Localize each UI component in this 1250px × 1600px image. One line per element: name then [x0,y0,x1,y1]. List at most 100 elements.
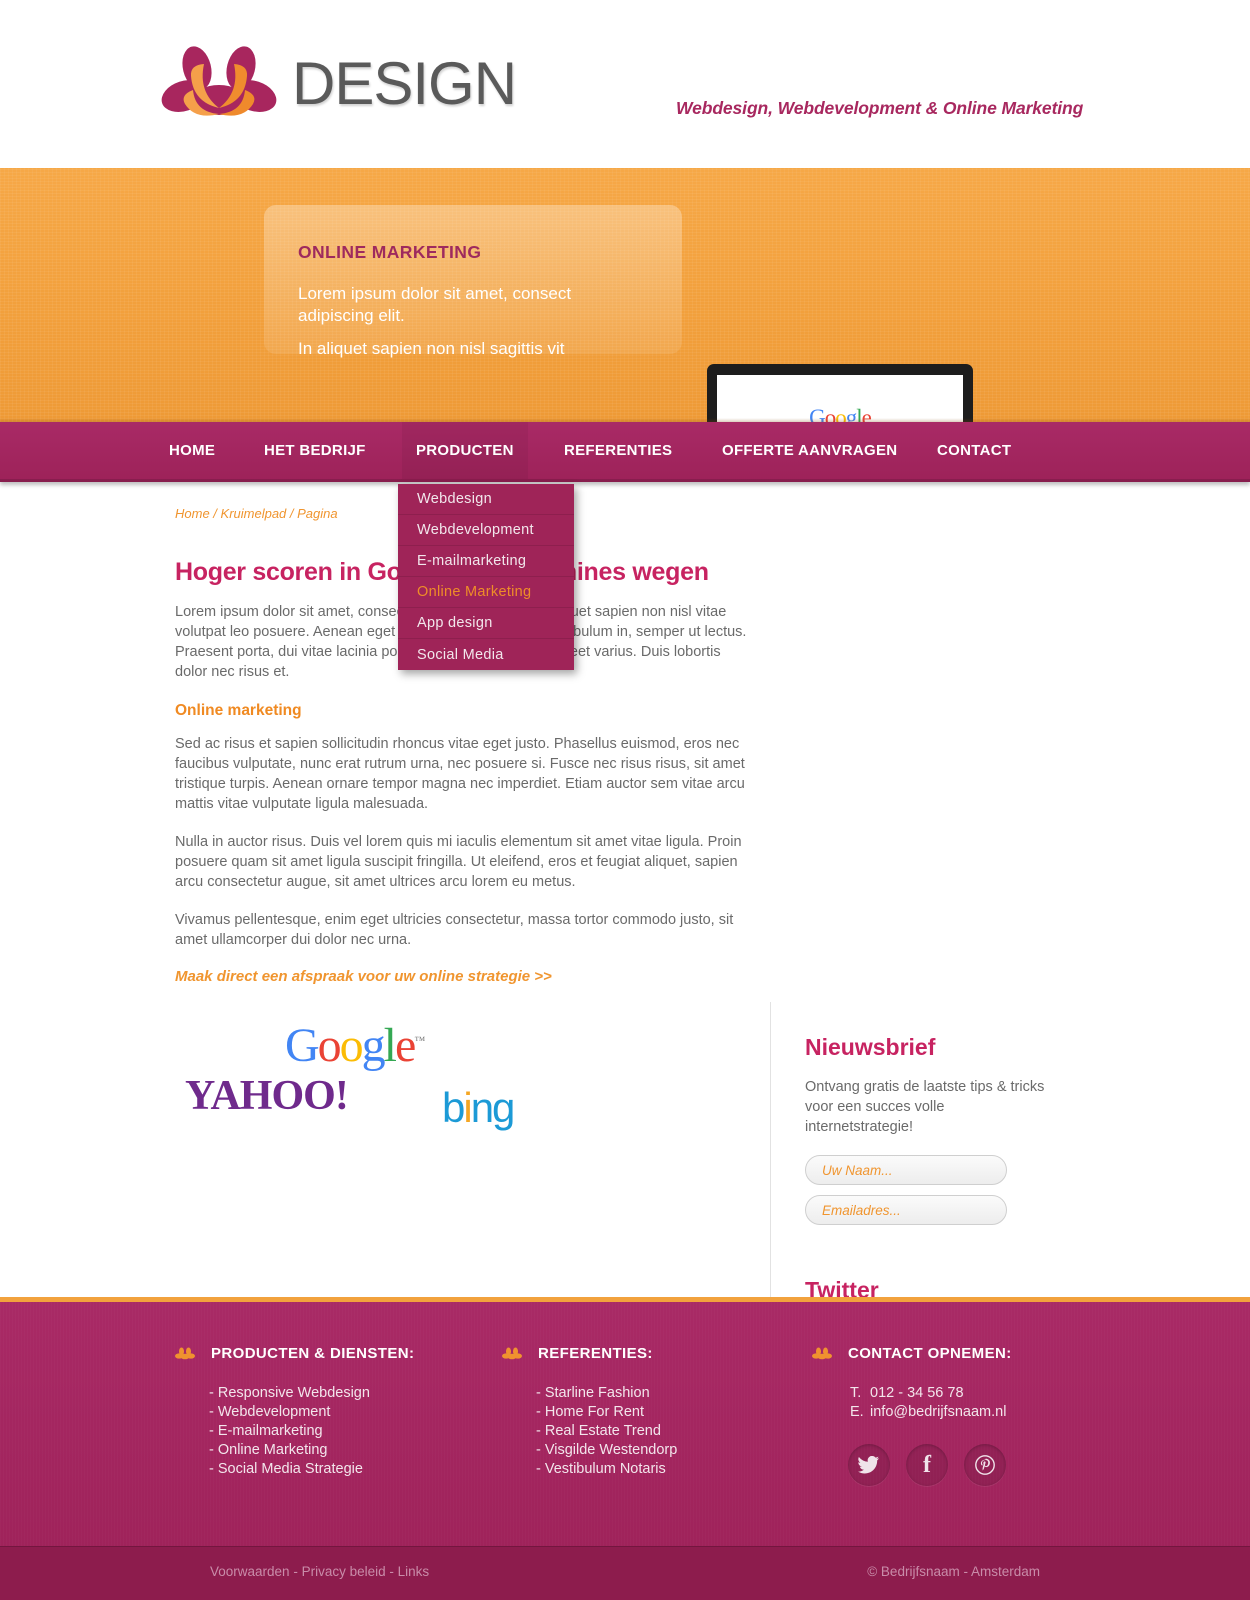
footer-heading-referenties: REFERENTIES: [502,1345,802,1362]
phone-label: T. [850,1385,862,1401]
list-item[interactable]: - Vestibulum Notaris [536,1460,802,1479]
footer-bottom-bar: Voorwaarden - Privacy beleid - Links © B… [0,1546,1250,1600]
hero-slide-title: ONLINE MARKETING [298,242,482,262]
footer-link-privacy[interactable]: Privacy beleid [302,1564,386,1579]
dropdown-item-social-media[interactable]: Social Media [398,639,574,670]
google-logo-large: Google™ [285,1019,425,1072]
twitter-icon[interactable] [848,1444,890,1486]
page-root: DESIGN Webdesign, Webdevelopment & Onlin… [0,0,1250,1600]
article-paragraph-3: Nulla in auctor risus. Duis vel lorem qu… [175,834,742,890]
footer-column-referenties: REFERENTIES: - Starline Fashion - Home F… [502,1345,802,1479]
lotus-flower-icon [502,1347,522,1361]
bing-logo: bing [442,1084,515,1131]
list-item[interactable]: - Online Marketing [209,1441,475,1460]
footer-link-voorwaarden[interactable]: Voorwaarden [210,1564,290,1579]
footer-email-row: E. info@bedrijfsnaam.nl [850,1403,1112,1422]
breadcrumb-sep-1: / [209,506,221,521]
list-item[interactable]: - E-mailmarketing [209,1422,475,1441]
newsletter-heading: Nieuwsbrief [805,1034,936,1060]
dropdown-item-label: App design [417,615,493,631]
dropdown-item-label: Webdevelopment [417,522,534,538]
list-item[interactable]: - Social Media Strategie [209,1460,475,1479]
breadcrumb-middle[interactable]: Kruimelpad [221,506,287,521]
footer-list-referenties: - Starline Fashion - Home For Rent - Rea… [502,1384,802,1479]
breadcrumb-home[interactable]: Home [175,506,210,521]
nav-item-label: CONTACT [937,442,1012,459]
header-tagline: Webdesign, Webdevelopment & Online Marke… [676,98,1084,118]
list-item[interactable]: - Starline Fashion [536,1384,802,1403]
site-footer: PRODUCTEN & DIENSTEN: - Responsive Webde… [0,1297,1250,1600]
footer-heading-text: PRODUCTEN & DIENSTEN: [211,1345,415,1362]
footer-heading-text: REFERENTIES: [538,1345,653,1362]
hero-slide-paragraph-1: Lorem ipsum dolor sit amet, consect adip… [298,284,572,325]
facebook-icon[interactable]: f [906,1444,948,1486]
lotus-flower-icon [812,1347,832,1361]
dropdown-item-app-design[interactable]: App design [398,608,574,639]
search-engine-logos: Google™ YAHOO! bing [180,1012,560,1132]
footer-list-producten: - Responsive Webdesign - Webdevelopment … [175,1384,475,1479]
footer-heading-producten: PRODUCTEN & DIENSTEN: [175,1345,475,1362]
dropdown-item-webdevelopment[interactable]: Webdevelopment [398,515,574,546]
list-item[interactable]: - Real Estate Trend [536,1422,802,1441]
imac-mockup: Google Nederland Google zoeken Ik doe ee… [707,364,973,422]
footer-column-producten: PRODUCTEN & DIENSTEN: - Responsive Webde… [175,1345,475,1479]
breadcrumb-sep-2: / [286,506,298,521]
newsletter-name-input[interactable] [805,1155,1007,1185]
article-subheading: Online marketing [175,702,302,719]
footer-heading-contact: CONTACT OPNEMEN: [812,1345,1112,1362]
footer-contact-details: T. 012 - 34 56 78 E. info@bedrijfsnaam.nl [812,1384,1112,1422]
monitor-screen: Google Nederland Google zoeken Ik doe ee… [717,375,963,422]
footer-accent-line [0,1297,1250,1302]
nav-item-producten[interactable]: PRODUCTEN [402,422,528,479]
lotus-flower-icon [175,1347,195,1361]
newsletter-email-input[interactable] [805,1195,1007,1225]
article-paragraph-2: Sed ac risus et sapien sollicitudin rhon… [175,736,745,812]
site-header: DESIGN Webdesign, Webdevelopment & Onlin… [0,0,1250,168]
nav-item-label: OFFERTE AANVRAGEN [722,442,898,459]
nav-item-offerte-aanvragen[interactable]: OFFERTE AANVRAGEN [708,422,911,479]
nav-item-label: REFERENTIES [564,442,673,459]
nav-item-referenties[interactable]: REFERENTIES [550,422,686,479]
google-logo: Google [809,405,872,422]
nav-item-het-bedrijf[interactable]: HET BEDRIJF [250,422,380,479]
nav-item-contact[interactable]: CONTACT [923,422,1025,479]
footer-social-links: f [812,1444,1112,1486]
list-item[interactable]: - Home For Rent [536,1403,802,1422]
dropdown-item-e-mailmarketing[interactable]: E-mailmarketing [398,546,574,577]
dropdown-item-online-marketing[interactable]: Online Marketing [398,577,574,608]
main-navigation: HOME HET BEDRIJF PRODUCTEN REFERENTIES OFFER… [0,422,1250,482]
dropdown-item-label: Webdesign [417,491,492,507]
footer-dash-1: - [293,1564,298,1579]
list-item[interactable]: - Webdevelopment [209,1403,475,1422]
list-item[interactable]: - Visgilde Westendorp [536,1441,802,1460]
footer-link-links[interactable]: Links [398,1564,430,1579]
footer-copyright: © Bedrijfsnaam - Amsterdam [867,1564,1040,1579]
list-item[interactable]: - Responsive Webdesign [209,1384,475,1403]
nav-item-label: HOME [169,442,216,459]
footer-heading-text: CONTACT OPNEMEN: [848,1345,1012,1362]
google-tm: ™ [414,1035,425,1047]
dropdown-item-webdesign[interactable]: Webdesign [398,484,574,515]
dropdown-item-label: E-mailmarketing [417,553,527,569]
breadcrumb: Home / Kruimelpad / Pagina [175,506,338,521]
hero-slide-paragraph-2: In aliquet sapien non nisl sagittis vit [298,339,565,358]
pinterest-icon[interactable] [964,1444,1006,1486]
nav-item-label: HET BEDRIJF [264,442,366,459]
nav-item-home[interactable]: HOME [155,422,229,479]
footer-bottom-links: Voorwaarden - Privacy beleid - Links [210,1564,429,1579]
footer-dash-2: - [389,1564,394,1579]
article-paragraph-4: Vivamus pellentesque, enim eget ultricie… [175,912,734,948]
dropdown-item-label: Social Media [417,646,504,663]
breadcrumb-current: Pagina [297,506,338,521]
newsletter-text: Ontvang gratis de laatste tips & tricks … [805,1079,1045,1135]
email-label: E. [850,1404,864,1420]
hero-slider: ONLINE MARKETING Lorem ipsum dolor sit a… [0,168,1250,422]
footer-phone-row: T. 012 - 34 56 78 [850,1384,1112,1403]
producten-dropdown-menu[interactable]: Webdesign Webdevelopment E-mailmarketing On… [398,484,574,670]
newsletter-widget: Nieuwsbrief Ontvang gratis de laatste ti… [805,1034,1045,1225]
footer-column-contact: CONTACT OPNEMEN: T. 012 - 34 56 78 E. info… [812,1345,1112,1486]
email-value[interactable]: info@bedrijfsnaam.nl [870,1404,1006,1420]
site-logo[interactable]: DESIGN [160,42,517,126]
dropdown-item-label: Online Marketing [417,584,532,600]
cta-appointment-link[interactable]: Maak direct een afspraak voor uw online … [175,968,747,985]
